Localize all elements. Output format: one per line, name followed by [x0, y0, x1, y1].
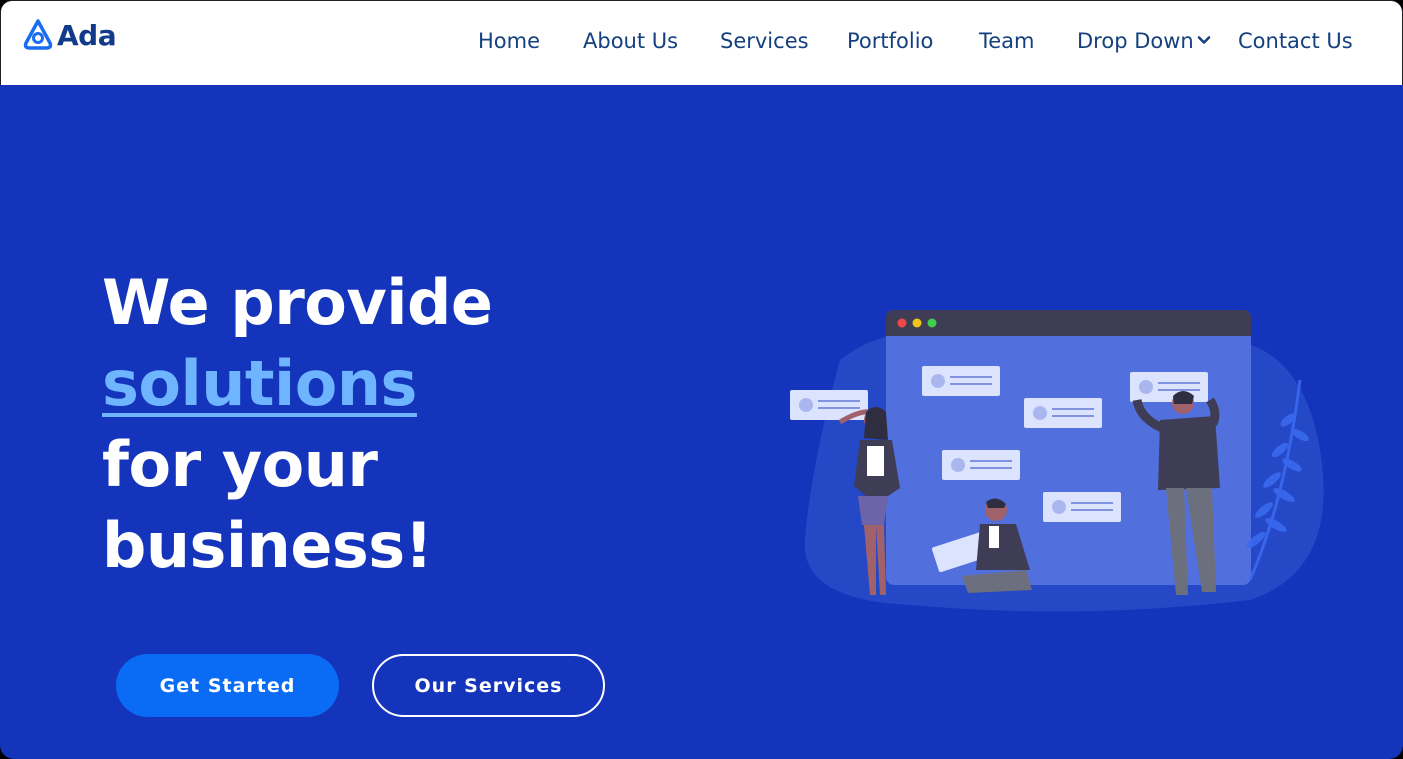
- nav-home[interactable]: Home: [478, 29, 540, 53]
- hero-headline: We provide solutions for your business!: [102, 262, 662, 586]
- site-header: Ada Home About Us Services Portfolio Tea…: [0, 0, 1403, 85]
- chevron-down-icon: [1197, 36, 1211, 44]
- team-collaboration-illustration: [790, 310, 1324, 612]
- nav-drop-down[interactable]: Drop Down: [1077, 29, 1211, 53]
- nav-drop-down-label: Drop Down: [1077, 29, 1194, 53]
- hero-line-1: We provide: [102, 266, 493, 339]
- get-started-button[interactable]: Get Started: [116, 654, 339, 717]
- hero-line-3: for your: [102, 428, 378, 501]
- nav-portfolio[interactable]: Portfolio: [847, 29, 933, 53]
- nav-services[interactable]: Services: [720, 29, 809, 53]
- nav-contact-us[interactable]: Contact Us: [1238, 29, 1353, 53]
- nav-team[interactable]: Team: [979, 29, 1035, 53]
- main-nav: Home About Us Services Portfolio Team Dr…: [1, 29, 1402, 61]
- hero-line-4: business!: [102, 509, 433, 582]
- page: Ada Home About Us Services Portfolio Tea…: [0, 0, 1403, 759]
- our-services-button[interactable]: Our Services: [372, 654, 605, 717]
- hero-line-accent: solutions: [102, 347, 417, 420]
- nav-about-us[interactable]: About Us: [583, 29, 678, 53]
